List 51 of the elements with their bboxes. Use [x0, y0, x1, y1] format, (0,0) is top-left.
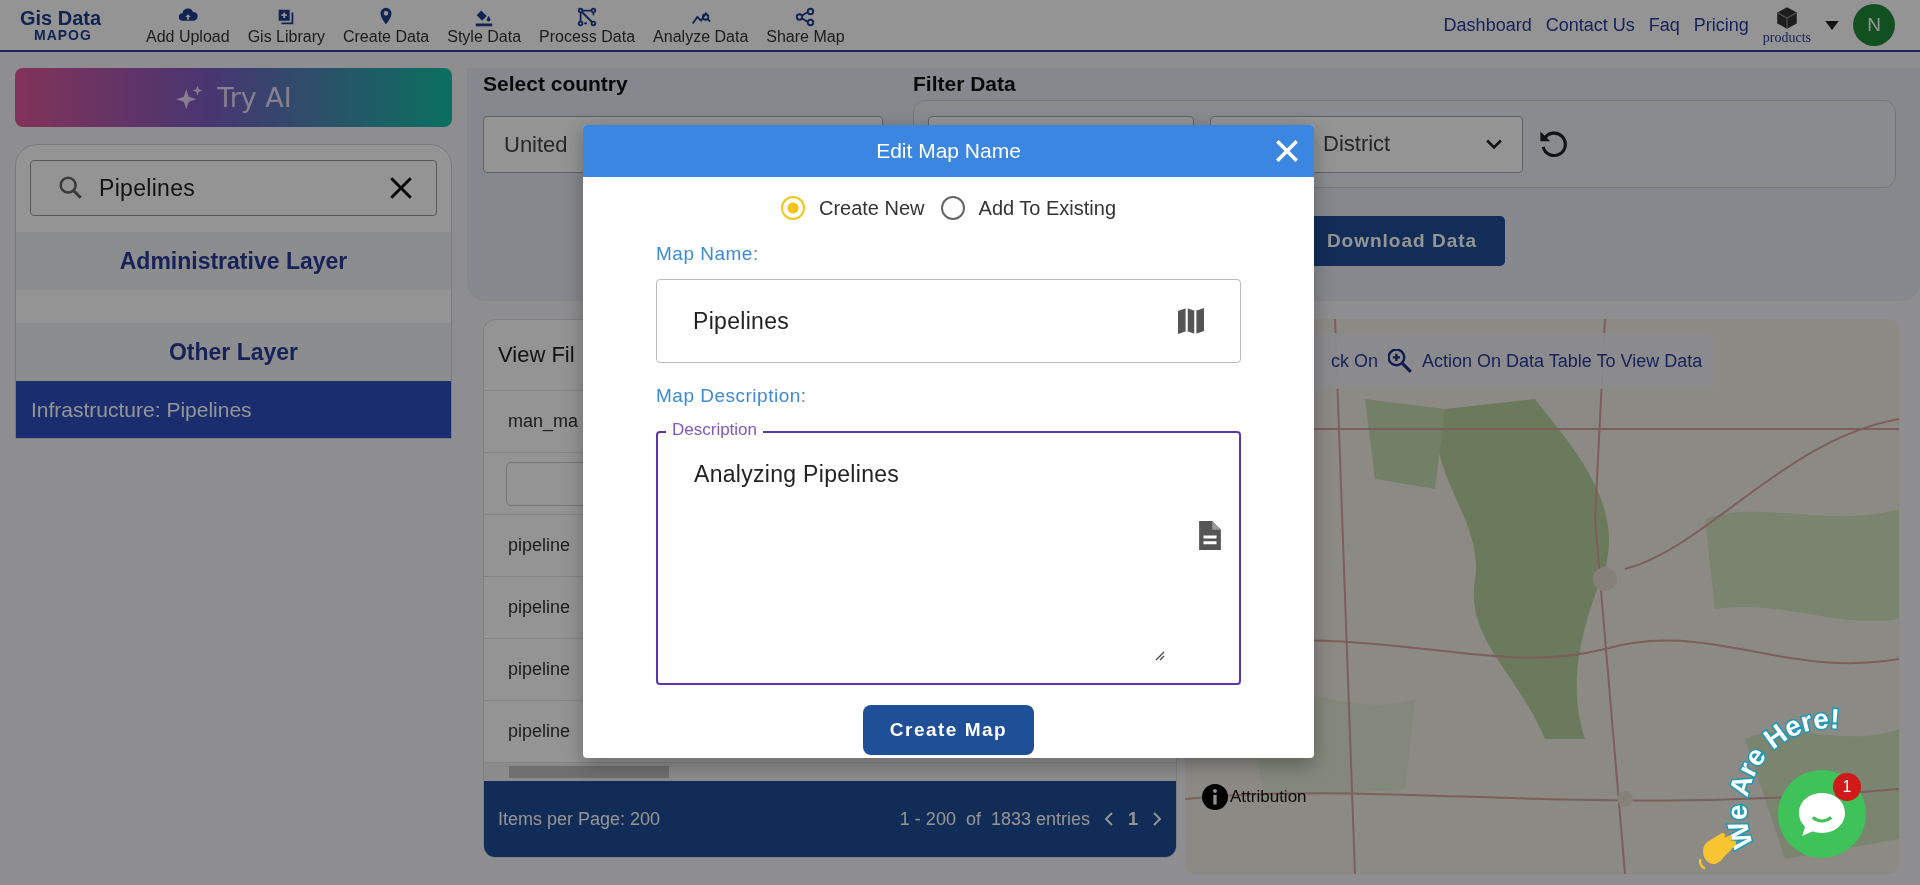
search-icon: [59, 176, 83, 200]
previous-page-icon[interactable]: [1104, 812, 1114, 826]
horizontal-scrollbar[interactable]: [484, 763, 1176, 781]
search-field[interactable]: Pipelines: [30, 160, 437, 216]
close-icon[interactable]: [1276, 140, 1298, 162]
nav-link[interactable]: Create Data: [343, 4, 430, 46]
attribution-link[interactable]: Attribution: [1230, 787, 1307, 807]
reset-icon[interactable]: [1539, 130, 1567, 158]
entries-range: 1 - 200 of 1833 entries: [899, 808, 1090, 830]
nav-link[interactable]: Analyze Data: [653, 4, 749, 46]
products-menu[interactable]: products: [1762, 5, 1811, 45]
hint-text: ck On: [1331, 350, 1378, 372]
try-ai-button[interactable]: Try AI: [15, 68, 452, 127]
dialog-title: Edit Map Name: [876, 139, 1021, 163]
page-number[interactable]: 1: [1128, 808, 1138, 830]
share-icon: [794, 6, 817, 28]
items-per-page: Items per Page: 200: [498, 808, 661, 830]
header-link[interactable]: Contact Us: [1545, 14, 1635, 36]
caret-icon[interactable]: [1825, 20, 1839, 30]
field-label: Select country: [483, 71, 629, 96]
nav-link[interactable]: Process Data: [539, 4, 636, 46]
header-link[interactable]: Dashboard: [1443, 14, 1532, 36]
zoom-in-icon: [1388, 349, 1412, 373]
hint-text: Action On Data Table To View Data: [1422, 350, 1703, 372]
field-label: Map Name:: [656, 243, 760, 266]
header-link[interactable]: Pricing: [1693, 14, 1749, 36]
clear-icon[interactable]: [390, 177, 412, 199]
header-link[interactable]: Faq: [1648, 14, 1680, 36]
nav-link[interactable]: Style Data: [447, 4, 522, 46]
nav-link[interactable]: Share Map: [766, 4, 845, 46]
nav-link[interactable]: Gis Library: [247, 4, 325, 46]
radio-option[interactable]: Create New: [780, 191, 925, 225]
avatar[interactable]: N: [1853, 4, 1895, 46]
resize-handle-icon[interactable]: [1155, 651, 1165, 661]
chat-bubble-icon: [1799, 792, 1845, 836]
chevron-down-icon: [1486, 138, 1502, 150]
next-page-icon[interactable]: [1152, 812, 1162, 826]
info-icon[interactable]: [1202, 784, 1228, 810]
map-icon: [1178, 308, 1204, 334]
layer-section-header[interactable]: Other Layer: [16, 323, 451, 381]
layer-item[interactable]: Infrastructure: Pipelines: [16, 381, 451, 438]
layer-section-header[interactable]: Administrative Layer: [16, 232, 451, 290]
create-map-button[interactable]: Create Map: [863, 705, 1034, 755]
radio-option[interactable]: Add To Existing: [940, 191, 1117, 225]
logo[interactable]: Gis Data MAPOG: [20, 8, 120, 42]
map-name-field[interactable]: Pipelines: [656, 279, 1241, 363]
nodes-icon: [576, 6, 599, 28]
field-label: Filter Data: [913, 71, 1017, 96]
field-legend: Description: [666, 420, 764, 440]
nav-link[interactable]: Add Upload: [146, 4, 230, 46]
document-icon: [1199, 521, 1221, 550]
